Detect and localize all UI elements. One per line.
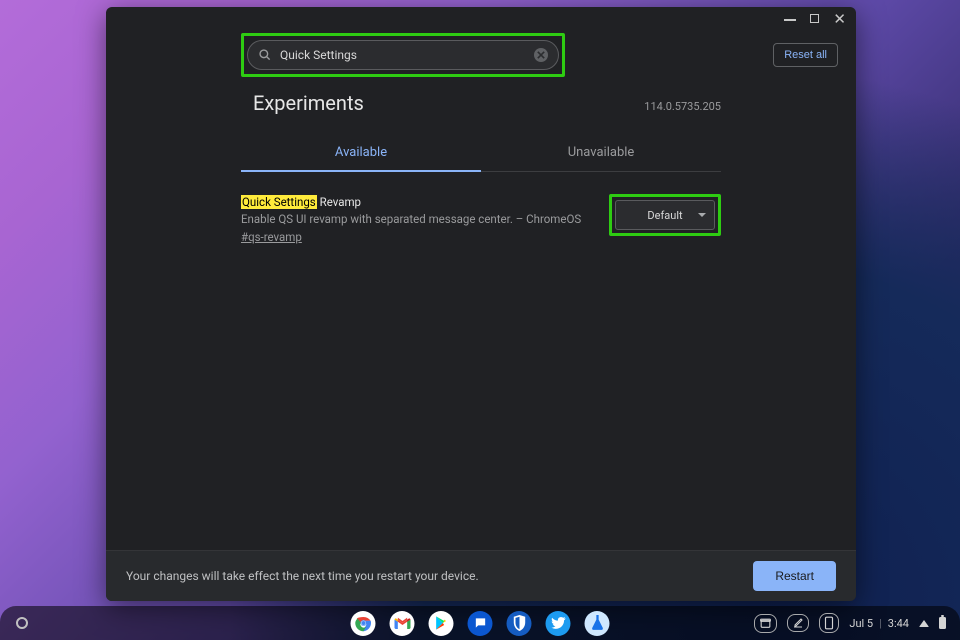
play-store-app-icon[interactable]: [429, 611, 454, 636]
gmail-app-icon[interactable]: [390, 611, 415, 636]
tab-unavailable[interactable]: Unavailable: [481, 137, 721, 171]
launcher-button[interactable]: [16, 617, 28, 629]
status-date: Jul 5: [849, 617, 873, 630]
twitter-app-icon[interactable]: [546, 611, 571, 636]
twitter-icon: [551, 617, 565, 629]
tab-available[interactable]: Available: [241, 137, 481, 172]
chrome-app-icon[interactable]: [351, 611, 376, 636]
flask-icon: [590, 615, 604, 631]
page-title: Experiments: [253, 91, 364, 115]
clear-search-button[interactable]: [534, 48, 548, 62]
tabs: Available Unavailable: [241, 137, 721, 172]
battery-icon: [939, 617, 946, 629]
search-icon: [258, 48, 272, 62]
chrome-icon: [354, 614, 372, 632]
status-divider: |: [879, 617, 882, 630]
flag-row: Quick Settings Revamp Enable QS UI revam…: [241, 194, 721, 246]
window-minimize-button[interactable]: [784, 13, 796, 26]
chrome-flags-window: ✕ Quick Settings Reset all Experiments 1…: [106, 7, 856, 601]
reset-all-button[interactable]: Reset all: [773, 43, 838, 67]
flag-text: Quick Settings Revamp Enable QS UI revam…: [241, 194, 589, 246]
stylus-icon: [792, 617, 804, 629]
flag-title: Quick Settings Revamp: [241, 194, 589, 211]
tote-tray-button[interactable]: [754, 614, 777, 633]
play-store-icon: [433, 615, 449, 631]
flag-anchor-link[interactable]: #qs-revamp: [241, 230, 302, 244]
footer-bar: Your changes will take effect the next t…: [106, 550, 856, 601]
shelf-apps: [351, 611, 610, 636]
content-area: Experiments 114.0.5735.205 Available Una…: [106, 77, 856, 550]
bitwarden-app-icon[interactable]: [507, 611, 532, 636]
flag-title-rest: Revamp: [317, 195, 361, 209]
flag-title-highlight: Quick Settings: [241, 195, 317, 209]
footer-message: Your changes will take effect the next t…: [126, 569, 479, 583]
search-input[interactable]: Quick Settings: [247, 40, 559, 70]
restart-button[interactable]: Restart: [753, 561, 836, 591]
phone-icon: [824, 616, 834, 630]
status-area[interactable]: Jul 5 | 3:44: [754, 613, 960, 633]
shelf: Jul 5 | 3:44: [0, 606, 960, 640]
messages-app-icon[interactable]: [468, 611, 493, 636]
flag-state-select[interactable]: Default: [615, 200, 715, 230]
select-highlight-annotation: Default: [609, 194, 721, 236]
version-label: 114.0.5735.205: [644, 100, 721, 113]
status-time: 3:44: [888, 617, 909, 630]
search-input-value: Quick Settings: [280, 48, 534, 62]
flag-description: Enable QS UI revamp with separated messa…: [241, 211, 589, 228]
chevron-down-icon: [698, 213, 706, 217]
phone-hub-button[interactable]: [819, 613, 839, 633]
tote-icon: [759, 617, 772, 630]
stylus-tray-button[interactable]: [787, 614, 809, 632]
shield-icon: [512, 615, 526, 631]
flags-app-icon[interactable]: [585, 611, 610, 636]
gmail-icon: [394, 617, 410, 629]
search-highlight-annotation: Quick Settings: [241, 33, 565, 77]
wifi-icon: [919, 620, 929, 627]
window-maximize-button[interactable]: [810, 13, 819, 26]
flag-state-value: Default: [647, 209, 682, 222]
window-close-button[interactable]: ✕: [833, 12, 846, 27]
top-bar: Quick Settings Reset all: [106, 33, 856, 77]
chat-bubble-icon: [473, 616, 487, 630]
window-controls: ✕: [106, 7, 856, 31]
close-icon: [537, 51, 545, 59]
